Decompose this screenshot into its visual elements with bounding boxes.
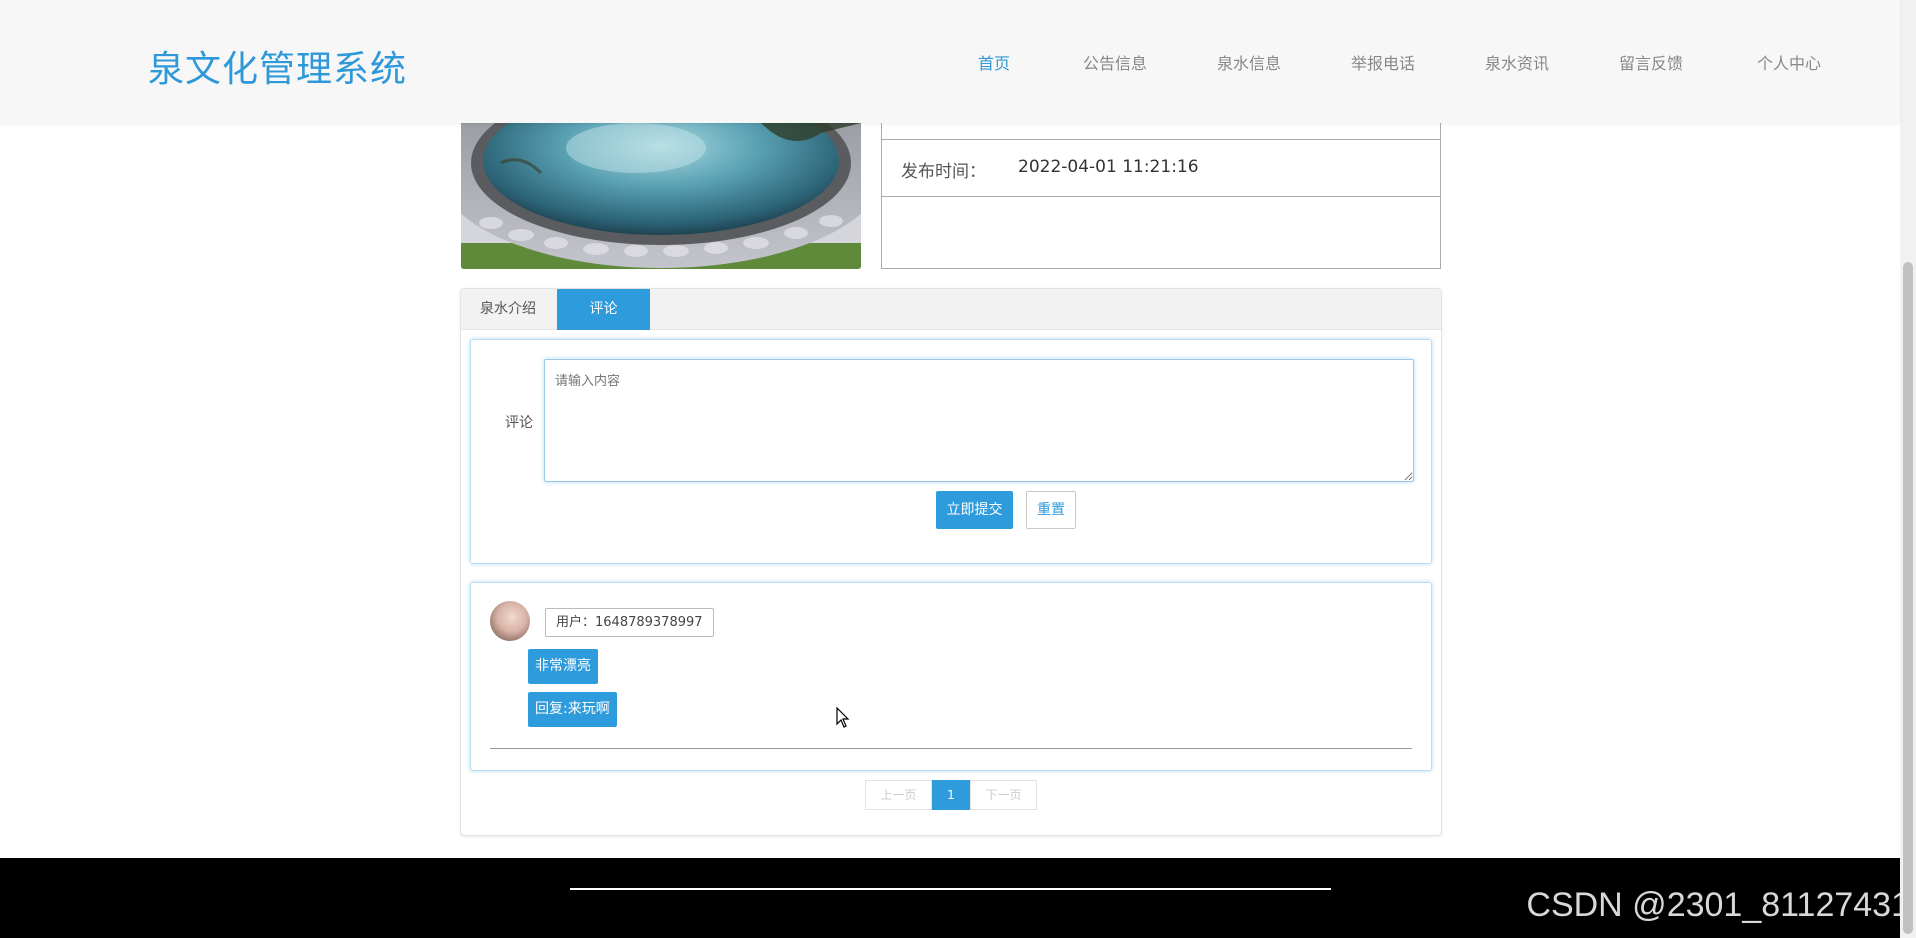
nav-item-announcements[interactable]: 公告信息 [1083, 50, 1147, 74]
tab-comments[interactable]: 评论 [557, 289, 650, 330]
tab-bar: 泉水介绍 评论 [461, 289, 1441, 330]
comment-form: 评论 立即提交 重置 [470, 339, 1432, 564]
nav-item-spring-info[interactable]: 泉水信息 [1217, 50, 1281, 74]
info-divider [882, 196, 1440, 197]
comment-divider [490, 748, 1412, 749]
submit-button[interactable]: 立即提交 [936, 491, 1013, 529]
top-header: 泉文化管理系统 首页 公告信息 泉水信息 举报电话 泉水资讯 留言反馈 个人中心 [0, 0, 1900, 123]
comment-content: 非常漂亮 [528, 649, 598, 684]
publish-time-label: 发布时间： [901, 162, 986, 182]
info-divider [882, 139, 1440, 140]
next-page-button[interactable]: 下一页 [970, 780, 1037, 810]
footer-divider [570, 888, 1331, 890]
comment-label: 评论 [505, 415, 533, 431]
tab-spring-intro[interactable]: 泉水介绍 [461, 289, 555, 330]
page-number[interactable]: 1 [932, 780, 970, 810]
avatar [490, 601, 530, 641]
prev-page-button[interactable]: 上一页 [865, 780, 932, 810]
reset-button[interactable]: 重置 [1026, 491, 1076, 529]
spring-info-table: 发布时间： 2022-04-01 11:21:16 [881, 123, 1441, 269]
comment-input[interactable] [544, 359, 1414, 482]
nav-item-spring-news[interactable]: 泉水资讯 [1485, 50, 1549, 74]
publish-time-value: 2022-04-01 11:21:16 [1018, 157, 1199, 177]
nav-item-feedback[interactable]: 留言反馈 [1619, 50, 1683, 74]
spring-image [461, 123, 861, 269]
comment-reply: 回复:来玩啊 [528, 692, 617, 727]
nav-item-report-phone[interactable]: 举报电话 [1351, 50, 1415, 74]
main-nav: 首页 公告信息 泉水信息 举报电话 泉水资讯 留言反馈 个人中心 [0, 50, 1900, 80]
footer: CSDN @2301_81127431 [0, 858, 1916, 938]
tabs-panel: 泉水介绍 评论 评论 立即提交 重置 用户：1648789378997 非常漂亮… [460, 288, 1442, 836]
page-scrollbar[interactable] [1900, 0, 1916, 938]
spring-image-art [461, 123, 861, 269]
comment-user: 用户：1648789378997 [545, 608, 714, 637]
nav-item-home[interactable]: 首页 [978, 50, 1010, 74]
watermark: CSDN @2301_81127431 [1526, 886, 1910, 924]
nav-item-personal-center[interactable]: 个人中心 [1757, 50, 1821, 74]
comment-list: 用户：1648789378997 非常漂亮 回复:来玩啊 [470, 582, 1432, 771]
scrollbar-thumb[interactable] [1903, 262, 1913, 934]
mouse-cursor-icon [836, 707, 850, 728]
